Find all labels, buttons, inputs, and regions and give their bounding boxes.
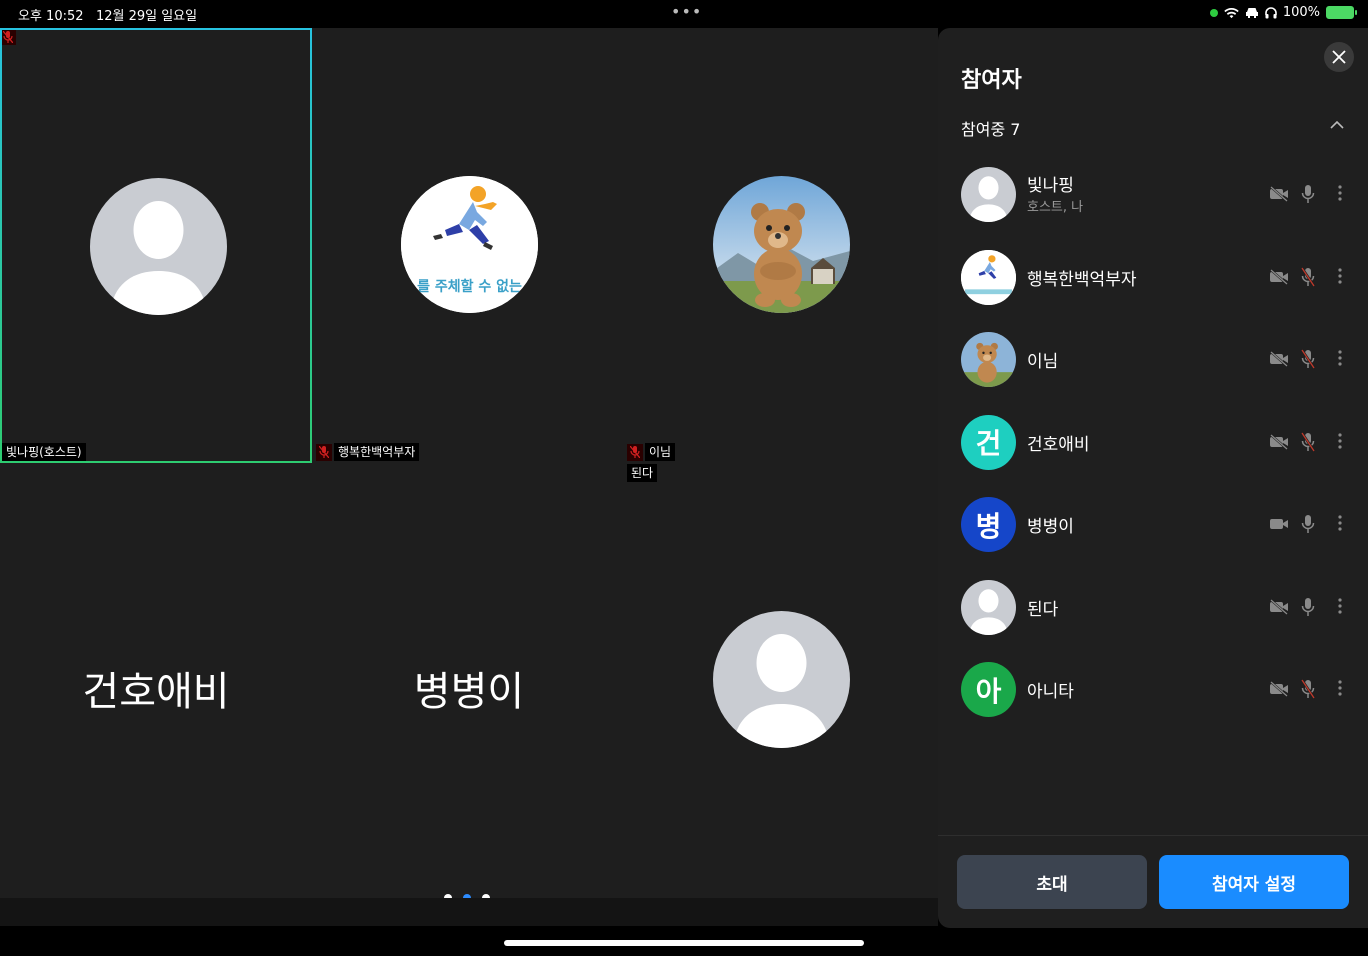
participant-settings-button[interactable]: 참여자 설정 <box>1159 855 1349 909</box>
participant-name: 된다 <box>1027 599 1059 620</box>
more-options-icon[interactable] <box>1338 514 1342 532</box>
more-options-icon[interactable] <box>1338 184 1342 202</box>
mic-muted-icon <box>627 443 643 461</box>
tile-name: 빛나핑(호스트) <box>2 443 86 461</box>
divider <box>938 835 1368 836</box>
camera-off-icon[interactable] <box>1269 268 1289 285</box>
initial-avatar: 병 <box>961 497 1016 552</box>
close-icon <box>1332 50 1346 64</box>
tile-name-bar: 이님 <box>627 443 676 461</box>
default-avatar <box>90 178 227 315</box>
participant-row[interactable]: 된다 <box>961 579 1356 663</box>
video-tile-participant[interactable]: 건호애비 <box>0 463 312 898</box>
status-indicators: 100% <box>1209 5 1357 20</box>
tile-name: 행복한백억부자 <box>334 443 420 461</box>
tile-big-name: 건호애비 <box>82 669 230 715</box>
camera-off-icon[interactable] <box>1269 433 1289 450</box>
close-button[interactable] <box>1324 42 1354 72</box>
participant-name: 병병이 <box>1027 517 1074 537</box>
teddy-bear-avatar <box>713 176 850 313</box>
mic-icon[interactable] <box>1301 597 1315 617</box>
battery-percent: 100% <box>1282 5 1320 20</box>
camera-icon[interactable] <box>1269 516 1289 532</box>
bottom-bar <box>0 898 938 926</box>
participant-name: 건호애비 <box>1027 434 1090 455</box>
default-avatar <box>961 167 1016 222</box>
initial-avatar: 건 <box>961 414 1016 470</box>
initial-avatar: 아 <box>961 662 1016 717</box>
more-options-icon[interactable] <box>1338 432 1342 450</box>
mic-icon[interactable] <box>1301 514 1315 534</box>
more-options-icon[interactable] <box>1338 349 1342 367</box>
runner-avatar: 를 주체할 수 없는 <box>401 176 538 313</box>
camera-off-icon[interactable] <box>1269 598 1289 615</box>
video-tile-participant[interactable]: 병병이 <box>313 463 625 898</box>
participant-name: 아니타 <box>1027 682 1074 702</box>
default-avatar <box>961 579 1016 635</box>
participant-name: 이님 <box>1027 352 1059 372</box>
participant-row[interactable]: 이님 <box>961 332 1356 415</box>
camera-off-icon[interactable] <box>1269 681 1289 697</box>
wifi-icon <box>1224 7 1239 18</box>
participant-row[interactable]: 아 아니타 <box>961 662 1356 745</box>
tile-name: 이님 <box>645 443 676 461</box>
chevron-up-icon[interactable] <box>1330 120 1344 129</box>
section-label[interactable]: 참여중 7 <box>961 116 1020 140</box>
camera-off-icon[interactable] <box>1269 186 1289 202</box>
battery-icon <box>1326 6 1357 19</box>
more-options-icon[interactable] <box>1338 597 1342 615</box>
status-time: 오후 10:52 12월 29일 일요일 <box>18 9 198 24</box>
camera-in-use-indicator <box>1209 8 1218 17</box>
mic-muted-icon <box>316 443 332 461</box>
more-options-icon[interactable] <box>1338 267 1342 285</box>
mic-muted-icon[interactable] <box>1301 431 1315 452</box>
participant-row[interactable]: 병 병병이 <box>961 497 1356 580</box>
participant-list: 빛나핑 호스트, 나 행복한백억부자 이님 건 건호애비 병 병병이 된다 아 … <box>961 167 1356 745</box>
mic-icon[interactable] <box>1301 184 1315 204</box>
video-tile-participant[interactable] <box>625 463 937 898</box>
participant-row[interactable]: 행복한백억부자 <box>961 249 1356 333</box>
default-avatar <box>713 611 850 748</box>
tile-name-bar: 빛나핑(호스트) <box>2 443 86 461</box>
participant-row[interactable]: 빛나핑 호스트, 나 <box>961 167 1356 250</box>
participant-name: 행복한백억부자 <box>1027 269 1137 290</box>
video-tile-participant[interactable] <box>625 28 937 463</box>
video-tile-host[interactable] <box>0 28 312 463</box>
teddy-bear-avatar <box>961 332 1016 387</box>
participants-panel: 참여자 참여중 7 빛나핑 호스트, 나 행복한백억부자 이님 건 건호애비 병… <box>938 28 1368 928</box>
mic-muted-icon[interactable] <box>1301 679 1315 699</box>
participant-name: 빛나핑 <box>1027 176 1074 196</box>
camera-off-icon[interactable] <box>1269 351 1289 367</box>
mic-muted-icon[interactable] <box>1301 349 1315 369</box>
participant-role: 호스트, 나 <box>1027 200 1084 215</box>
video-tile-participant[interactable]: 를 주체할 수 없는 <box>313 28 625 463</box>
car-icon <box>1245 8 1258 18</box>
tile-big-name: 병병이 <box>413 669 525 715</box>
avatar-caption: 를 주체할 수 없는 <box>417 279 522 295</box>
headphones-icon <box>1265 6 1277 18</box>
more-options-icon[interactable] <box>1338 679 1342 697</box>
video-grid: 빛나핑(호스트) 를 주체할 수 없는 행복한백억부자 이님 건호애비 된다 병… <box>0 28 938 902</box>
home-indicator[interactable] <box>504 940 864 946</box>
status-bar: 오후 10:52 12월 29일 일요일 ••• 100% <box>0 0 1368 28</box>
participant-row[interactable]: 건 건호애비 <box>961 414 1356 498</box>
invite-button[interactable]: 초대 <box>957 855 1147 909</box>
mic-muted-icon[interactable] <box>1301 266 1315 287</box>
runner-avatar <box>961 249 1016 305</box>
tile-name-bar: 행복한백억부자 <box>316 443 420 461</box>
multitasking-dots-icon[interactable]: ••• <box>671 2 702 21</box>
panel-title: 참여자 <box>961 68 1022 93</box>
